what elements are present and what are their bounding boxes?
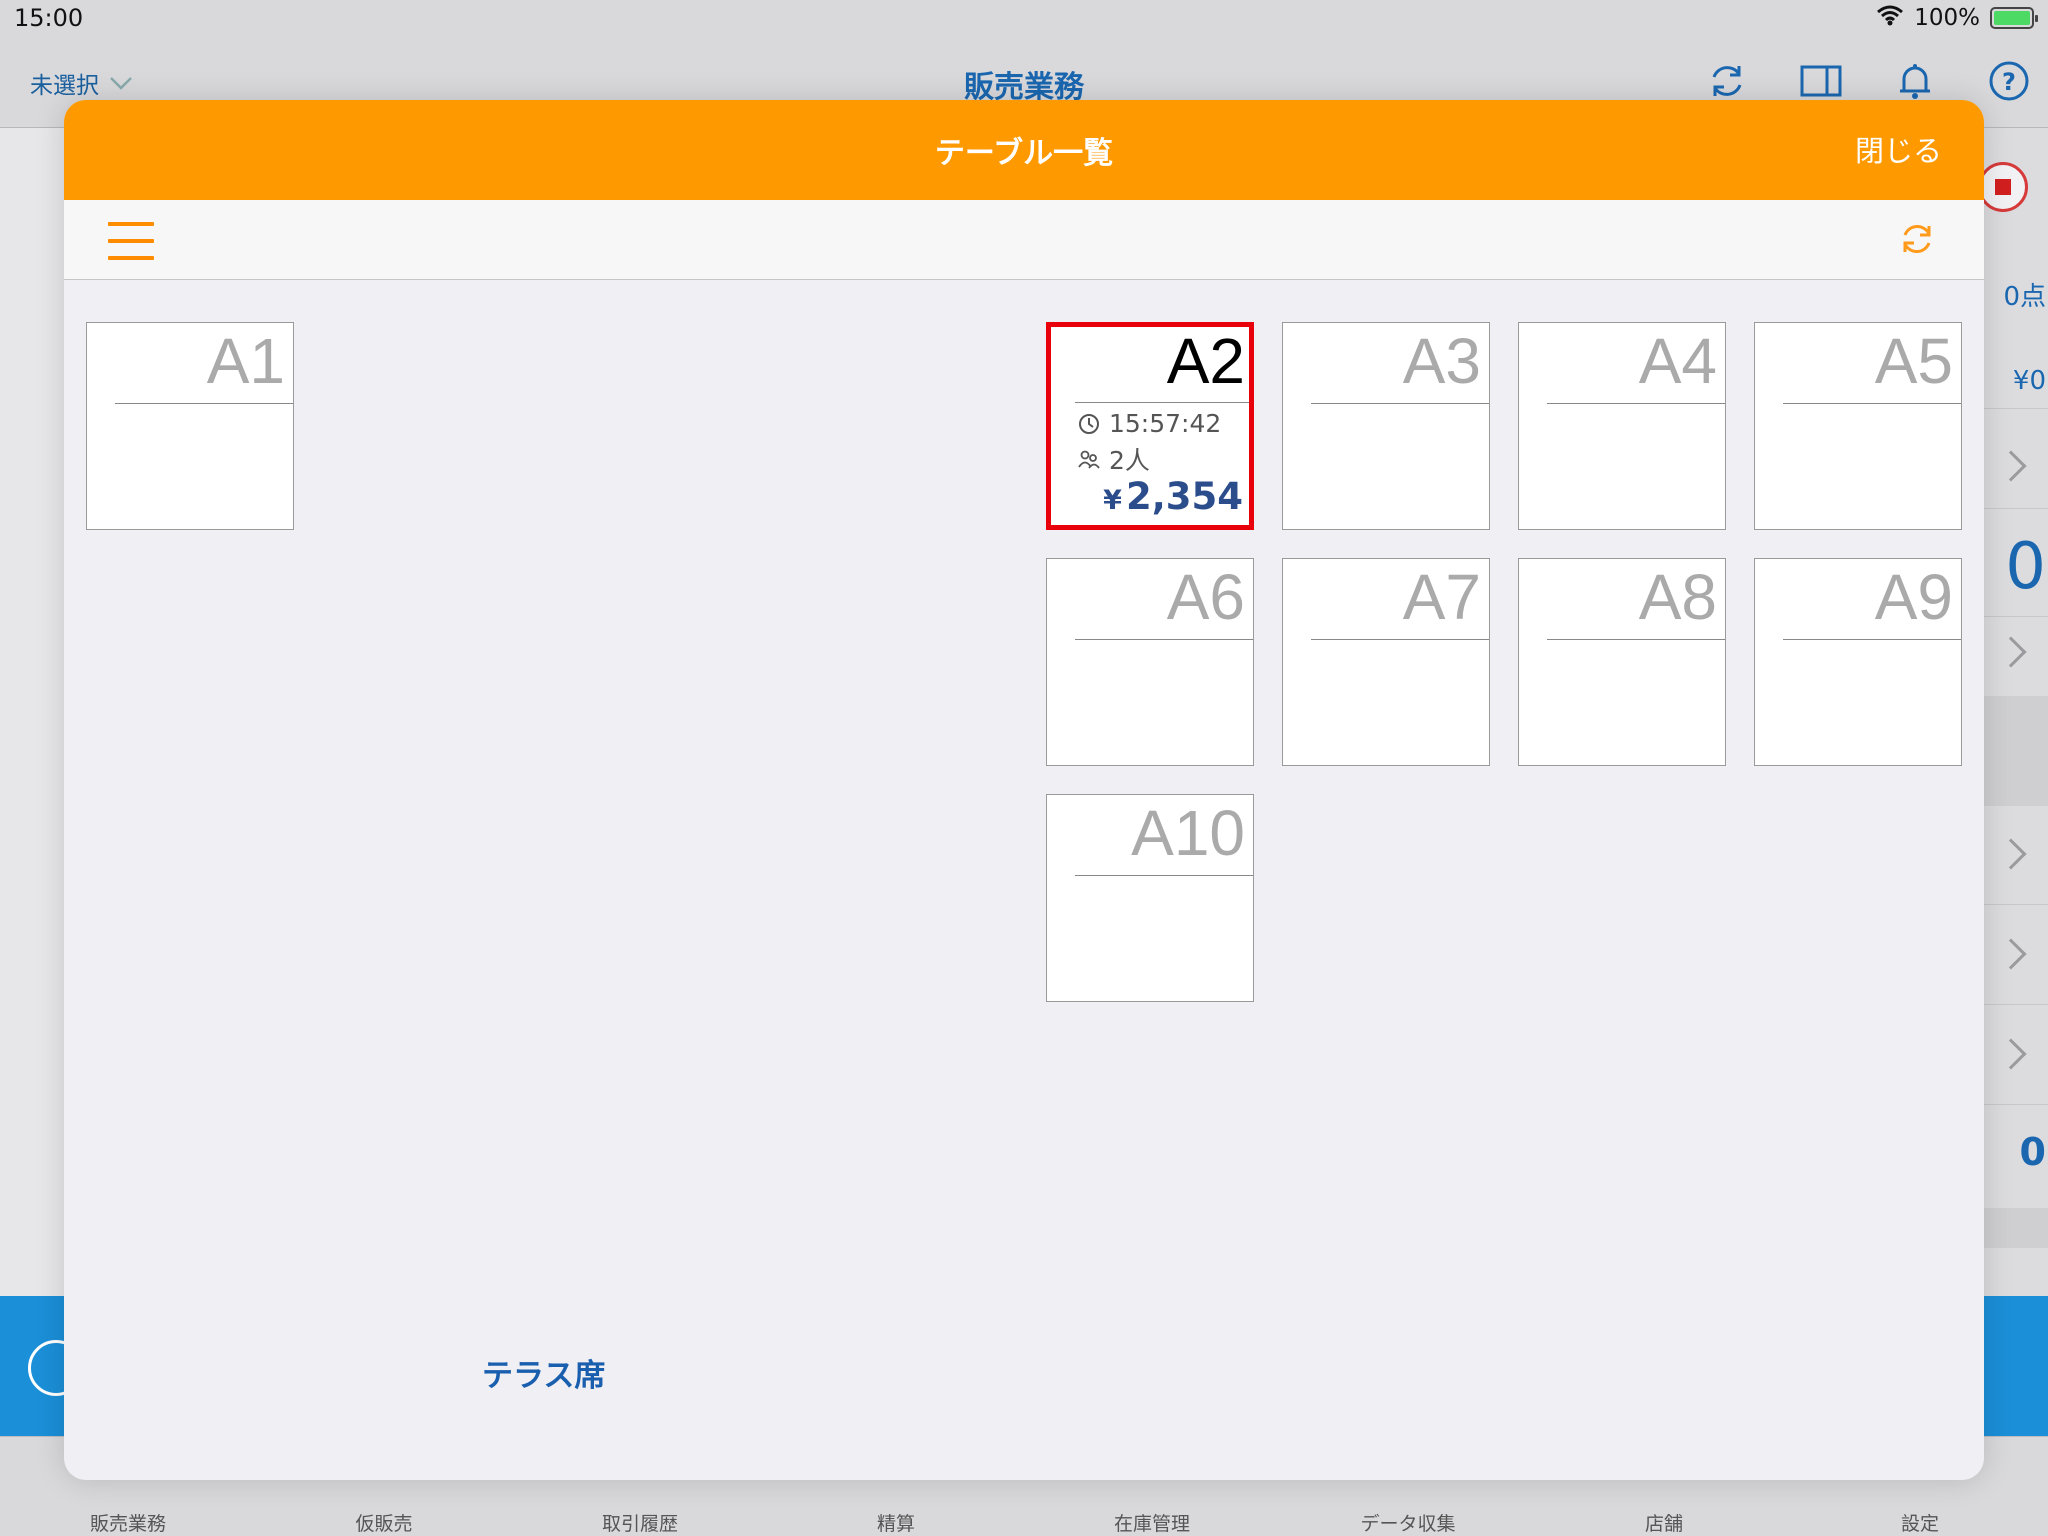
table-divider xyxy=(1075,875,1253,876)
table-a2[interactable]: A2 15:57:42 2人 ¥2,354 xyxy=(1046,322,1254,530)
sync-icon[interactable] xyxy=(1706,60,1748,102)
battery-icon xyxy=(1990,7,2038,29)
table-divider xyxy=(1783,639,1961,640)
refresh-icon[interactable] xyxy=(1896,218,1938,260)
divider xyxy=(1984,1004,2048,1005)
table-name: A8 xyxy=(1638,561,1717,633)
table-amount: ¥2,354 xyxy=(1103,475,1243,518)
menu-icon[interactable] xyxy=(108,220,154,262)
divider xyxy=(1984,1104,2048,1105)
points-peek: 0点 xyxy=(2003,282,2046,312)
table-name: A10 xyxy=(1131,797,1245,869)
modal-title: テーブル一覧 xyxy=(934,136,1114,171)
status-right: 100% xyxy=(1876,4,2038,32)
wifi-icon xyxy=(1876,4,1904,32)
close-button[interactable]: 閉じる xyxy=(1855,128,1942,170)
amount-peek: ¥0 xyxy=(2012,366,2046,396)
currency-symbol: ¥ xyxy=(1103,485,1122,516)
modal-header: テーブル一覧 閉じる xyxy=(64,100,1984,200)
status-time: 15:00 xyxy=(14,4,84,32)
table-a5[interactable]: A5 xyxy=(1754,322,1962,530)
table-name: A9 xyxy=(1874,561,1953,633)
table-a9[interactable]: A9 xyxy=(1754,558,1962,766)
divider xyxy=(1984,616,2048,617)
table-a10[interactable]: A10 xyxy=(1046,794,1254,1002)
table-name: A4 xyxy=(1638,325,1717,397)
table-a4[interactable]: A4 xyxy=(1518,322,1726,530)
table-guests: 2人 xyxy=(1077,441,1150,477)
header-icons: ? xyxy=(1706,60,2030,102)
modal-toolbar xyxy=(64,200,1984,280)
table-divider xyxy=(115,403,293,404)
big-digit-peek-2: 0 xyxy=(2019,1130,2046,1174)
table-a1[interactable]: A1 xyxy=(86,322,294,530)
clock-icon xyxy=(1079,413,1099,434)
table-name: A3 xyxy=(1402,325,1481,397)
guest-count: 2人 xyxy=(1109,446,1150,475)
table-list-modal: テーブル一覧 閉じる A1 A2 15:57:42 2人 ¥2,354 A3 A… xyxy=(64,100,1984,1480)
background-gray-band xyxy=(1984,696,2048,806)
svg-text:?: ? xyxy=(2002,68,2016,96)
status-bar: 15:00 100% xyxy=(0,0,2048,40)
divider xyxy=(1984,408,2048,409)
bell-icon[interactable] xyxy=(1894,60,1936,102)
table-divider xyxy=(1547,403,1725,404)
table-divider xyxy=(1075,639,1253,640)
table-name: A5 xyxy=(1874,325,1953,397)
guests-icon xyxy=(1078,450,1100,469)
split-view-icon[interactable] xyxy=(1800,60,1842,102)
table-a8[interactable]: A8 xyxy=(1518,558,1726,766)
table-name: A1 xyxy=(206,325,285,397)
table-divider xyxy=(1075,402,1249,403)
section-tab-terrace[interactable]: テラス席 xyxy=(482,1350,605,1395)
divider xyxy=(1984,904,2048,905)
table-divider xyxy=(1547,639,1725,640)
amount-value: 2,354 xyxy=(1125,475,1243,518)
background-gray-band xyxy=(1984,1208,2048,1248)
record-icon xyxy=(1978,162,2028,212)
table-divider xyxy=(1311,403,1489,404)
elapsed-time: 15:57:42 xyxy=(1109,409,1222,438)
divider xyxy=(1984,508,2048,509)
table-name: A6 xyxy=(1166,561,1245,633)
table-name: A7 xyxy=(1402,561,1481,633)
table-divider xyxy=(1783,403,1961,404)
table-divider xyxy=(1311,639,1489,640)
table-a7[interactable]: A7 xyxy=(1282,558,1490,766)
help-icon[interactable]: ? xyxy=(1988,60,2030,102)
table-time: 15:57:42 xyxy=(1077,409,1221,438)
table-name: A2 xyxy=(1166,325,1245,397)
table-a6[interactable]: A6 xyxy=(1046,558,1254,766)
big-digit-peek: 0 xyxy=(2005,530,2046,604)
table-a3[interactable]: A3 xyxy=(1282,322,1490,530)
battery-percent: 100% xyxy=(1914,5,1980,31)
